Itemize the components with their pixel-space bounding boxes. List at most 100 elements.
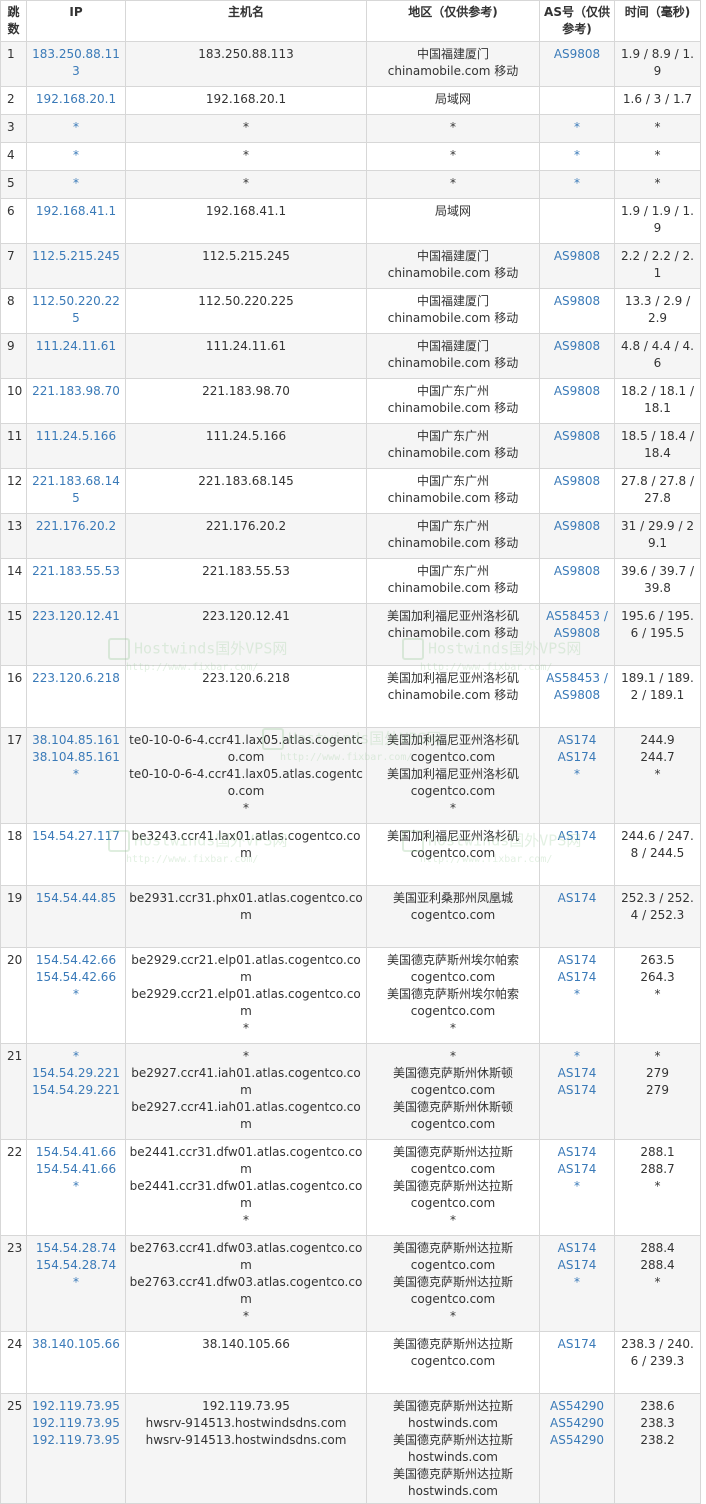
asn-cell-line[interactable]: AS9808: [543, 46, 611, 63]
region-cell: 美国加利福尼亚州洛杉矶 cogentco.com: [366, 823, 540, 886]
asn-cell-line[interactable]: AS174: [543, 1336, 611, 1353]
hostname-cell-line: 221.176.20.2: [205, 519, 287, 533]
ip-cell-line[interactable]: 154.54.29.221: [30, 1082, 122, 1099]
asn-cell-line[interactable]: AS58453 / AS9808: [543, 608, 611, 642]
ip-cell: 223.120.12.41: [26, 603, 126, 666]
asn-cell-line[interactable]: AS9808: [543, 518, 611, 535]
ip-cell-line[interactable]: 154.54.28.74: [30, 1257, 122, 1274]
asn-cell-line[interactable]: AS9808: [543, 248, 611, 265]
hostname-cell: * be2927.ccr41.iah01.atlas.cogentco.com be…: [125, 1043, 367, 1140]
ip-cell-line[interactable]: 192.168.41.1: [30, 203, 122, 220]
hostname-cell: 221.183.68.145: [125, 468, 367, 514]
ip-cell-line[interactable]: 38.140.105.66: [30, 1336, 122, 1353]
region-cell: 中国广东广州 chinamobile.com 移动: [366, 468, 540, 514]
asn-cell-line[interactable]: AS9808: [543, 563, 611, 580]
asn-cell-line[interactable]: AS174: [543, 1161, 611, 1178]
asn-cell: AS9808: [539, 41, 615, 87]
ip-cell-line[interactable]: 192.119.73.95: [30, 1415, 122, 1432]
hostname-cell: *: [125, 114, 367, 143]
ip-cell-line[interactable]: 192.119.73.95: [30, 1432, 122, 1449]
ip-cell-line[interactable]: 38.104.85.161: [30, 749, 122, 766]
ip-cell-line[interactable]: 112.5.215.245: [30, 248, 122, 265]
hostname-cell: 192.168.41.1: [125, 198, 367, 244]
hostname-cell: te0-10-0-6-4.ccr41.lax05.atlas.cogentco.…: [125, 727, 367, 824]
ip-cell: *: [26, 142, 126, 171]
asn-cell-line[interactable]: AS174: [543, 1065, 611, 1082]
ip-cell: 154.54.28.74 154.54.28.74 *: [26, 1235, 126, 1332]
asn-cell-line[interactable]: AS174: [543, 952, 611, 969]
ip-cell-line[interactable]: 154.54.28.74: [30, 1240, 122, 1257]
ip-cell-line[interactable]: 38.104.85.161: [30, 732, 122, 749]
time-cell: 31 / 29.9 / 29.1: [614, 513, 701, 559]
time-cell-line: 288.4: [640, 1258, 675, 1272]
ip-cell-line[interactable]: 221.176.20.2: [30, 518, 122, 535]
region-cell: 美国德克萨斯州达拉斯 cogentco.com 美国德克萨斯州达拉斯 cogentco…: [366, 1139, 540, 1236]
ip-cell-line[interactable]: 154.54.41.66: [30, 1161, 122, 1178]
asn-cell-line[interactable]: AS174: [543, 969, 611, 986]
asn-cell-line[interactable]: AS174: [543, 749, 611, 766]
asn-cell-line[interactable]: AS174: [543, 828, 611, 845]
asn-cell-line[interactable]: AS9808: [543, 338, 611, 355]
ip-cell-line[interactable]: 154.54.27.117: [30, 828, 122, 845]
ip-cell-line[interactable]: 221.183.98.70: [30, 383, 122, 400]
table-row: 11 111.24.5.166 111.24.5.166 中国广东广州 chinamob…: [0, 423, 701, 469]
header-hostname: 主机名: [125, 0, 367, 42]
ip-cell-line[interactable]: 154.54.29.221: [30, 1065, 122, 1082]
asn-cell-line[interactable]: AS54290: [543, 1398, 611, 1415]
ip-cell-line[interactable]: 154.54.41.66: [30, 1144, 122, 1161]
asn-cell-line[interactable]: AS174: [543, 1240, 611, 1257]
ip-cell-line[interactable]: 154.54.42.66: [30, 952, 122, 969]
region-cell: 中国广东广州 chinamobile.com 移动: [366, 423, 540, 469]
time-cell-line: 244.6 / 247.8 / 244.5: [621, 829, 694, 860]
ip-cell-line[interactable]: 112.50.220.225: [30, 293, 122, 327]
ip-cell-line[interactable]: 192.168.20.1: [30, 91, 122, 108]
asn-cell-line[interactable]: AS174: [543, 1257, 611, 1274]
time-cell-line: 288.7: [640, 1162, 675, 1176]
ip-cell-line[interactable]: 192.119.73.95: [30, 1398, 122, 1415]
ip-cell-line[interactable]: 221.183.68.145: [30, 473, 122, 507]
hop-cell: 5: [0, 170, 27, 199]
time-cell: 252.3 / 252.4 / 252.3: [614, 885, 701, 948]
time-cell: 238.3 / 240.6 / 239.3: [614, 1331, 701, 1394]
asn-cell-line[interactable]: AS9808: [543, 473, 611, 490]
time-cell: 195.6 / 195.6 / 195.5: [614, 603, 701, 666]
hop-cell: 25: [0, 1393, 27, 1504]
asn-cell: AS9808: [539, 378, 615, 424]
ip-cell-line[interactable]: 183.250.88.113: [30, 46, 122, 80]
time-cell-line: *: [654, 1049, 661, 1063]
asn-cell-line[interactable]: AS174: [543, 890, 611, 907]
ip-cell-line[interactable]: 221.183.55.53: [30, 563, 122, 580]
asn-cell-line[interactable]: AS58453 / AS9808: [543, 670, 611, 704]
hostname-cell-line: *: [243, 1021, 249, 1035]
region-cell-line: cogentco.com: [410, 1354, 496, 1368]
hop-cell: 4: [0, 142, 27, 171]
hostname-cell-line: *: [243, 120, 249, 134]
asn-cell-line: *: [574, 148, 580, 162]
ip-cell-line[interactable]: 111.24.11.61: [30, 338, 122, 355]
region-cell-line: 美国德克萨斯州休斯顿: [392, 1066, 513, 1080]
time-cell-line: 39.6 / 39.7 / 39.8: [621, 564, 694, 595]
asn-cell-line[interactable]: AS9808: [543, 428, 611, 445]
ip-cell-line[interactable]: 223.120.12.41: [30, 608, 122, 625]
region-cell: 局域网: [366, 198, 540, 244]
asn-cell-line[interactable]: AS54290: [543, 1415, 611, 1432]
ip-cell-line[interactable]: 154.54.42.66: [30, 969, 122, 986]
time-cell: 18.2 / 18.1 / 18.1: [614, 378, 701, 424]
asn-cell-line[interactable]: AS54290: [543, 1432, 611, 1449]
time-cell-line: 189.1 / 189.2 / 189.1: [621, 671, 694, 702]
asn-cell-line[interactable]: AS174: [543, 1144, 611, 1161]
region-cell-line: 美国加利福尼亚州洛杉矶: [386, 671, 519, 685]
ip-cell: 192.168.20.1: [26, 86, 126, 115]
asn-cell-line[interactable]: AS9808: [543, 383, 611, 400]
hop-cell: 17: [0, 727, 27, 824]
asn-cell-line[interactable]: AS174: [543, 1082, 611, 1099]
asn-cell-line[interactable]: AS174: [543, 732, 611, 749]
hostname-cell-line: be2441.ccr31.dfw01.atlas.cogentco.com: [129, 1179, 363, 1210]
region-cell: 美国德克萨斯州达拉斯 cogentco.com: [366, 1331, 540, 1394]
ip-cell-line: *: [73, 148, 79, 162]
ip-cell-line[interactable]: 154.54.44.85: [30, 890, 122, 907]
ip-cell-line[interactable]: 223.120.6.218: [30, 670, 122, 687]
ip-cell-line[interactable]: 111.24.5.166: [30, 428, 122, 445]
asn-cell-line: *: [574, 987, 580, 1001]
asn-cell-line[interactable]: AS9808: [543, 293, 611, 310]
